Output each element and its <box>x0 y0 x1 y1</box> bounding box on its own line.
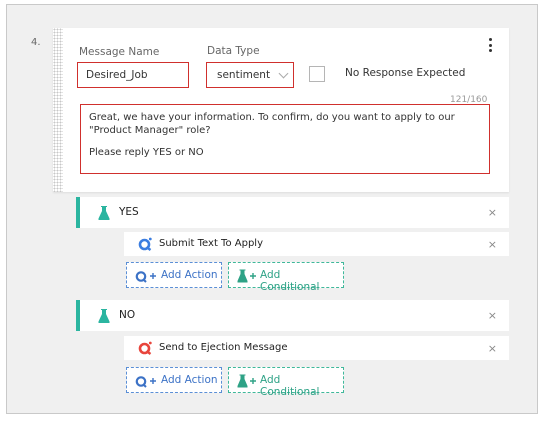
message-name-value: Desired_Job <box>86 69 148 81</box>
branch-yes[interactable]: YES × <box>76 197 509 228</box>
flask-icon <box>98 309 110 323</box>
add-conditional-icon <box>237 374 256 388</box>
drag-handle[interactable] <box>53 28 63 192</box>
add-action-icon <box>135 376 156 388</box>
close-icon[interactable]: × <box>488 342 497 355</box>
message-name-field[interactable]: Desired_Job <box>77 62 189 88</box>
no-response-checkbox[interactable] <box>309 66 325 82</box>
message-textarea[interactable]: Great, we have your information. To conf… <box>80 104 490 174</box>
action-label: Send to Ejection Message <box>159 342 288 353</box>
no-response-label: No Response Expected <box>345 67 466 79</box>
add-action-label: Add Action <box>161 374 218 386</box>
message-text-line2: Please reply YES or NO <box>89 147 204 158</box>
add-conditional-button[interactable]: Add Conditional <box>228 367 344 398</box>
branch-label: YES <box>119 206 139 218</box>
action-item[interactable]: Submit Text To Apply × <box>124 232 509 256</box>
add-conditional-label: Add Conditional <box>260 269 320 293</box>
action-item[interactable]: Send to Ejection Message × <box>124 336 509 360</box>
message-name-label: Message Name <box>79 46 160 58</box>
close-icon[interactable]: × <box>488 206 497 219</box>
add-action-button[interactable]: Add Action <box>126 262 222 288</box>
data-type-label: Data Type <box>207 45 260 57</box>
q-bubble-icon <box>138 237 152 251</box>
close-icon[interactable]: × <box>488 309 497 322</box>
kebab-menu-icon[interactable] <box>489 38 493 55</box>
flask-icon <box>98 206 110 220</box>
add-action-icon <box>135 271 156 283</box>
step-number: 4. <box>31 37 41 48</box>
message-text-line1: Great, we have your information. To conf… <box>89 112 455 136</box>
chevron-down-icon <box>278 68 289 79</box>
add-action-button[interactable]: Add Action <box>126 367 222 393</box>
add-conditional-button[interactable]: Add Conditional <box>228 262 344 293</box>
branch-no[interactable]: NO × <box>76 300 509 331</box>
close-icon[interactable]: × <box>488 238 497 251</box>
action-label: Submit Text To Apply <box>159 238 263 249</box>
q-bubble-icon <box>138 341 152 355</box>
add-conditional-icon <box>237 269 256 283</box>
branch-label: NO <box>119 309 136 321</box>
data-type-select[interactable]: sentiment <box>206 62 294 88</box>
add-conditional-label: Add Conditional <box>260 374 320 398</box>
data-type-value: sentiment <box>217 69 271 81</box>
add-action-label: Add Action <box>161 269 218 281</box>
